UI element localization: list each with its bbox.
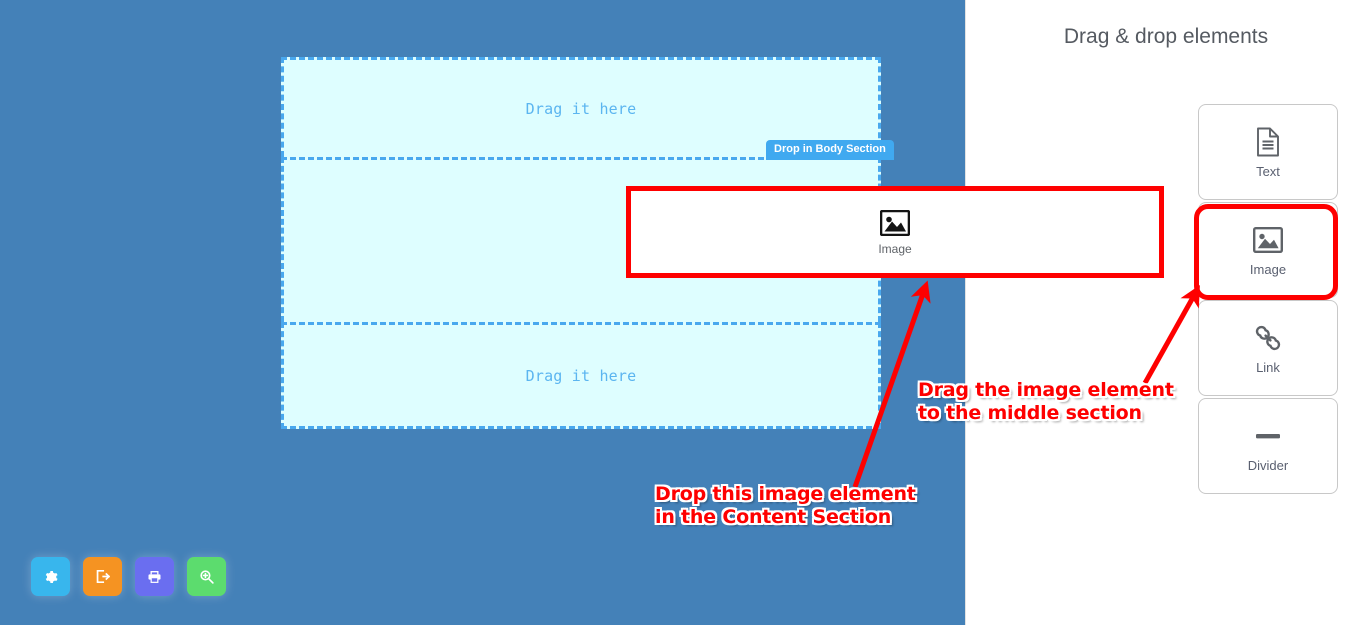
- export-button[interactable]: [83, 557, 122, 596]
- canvas-toolbar: [31, 557, 226, 596]
- editor-canvas: Drag it here Drag it here Drop in Body S…: [0, 0, 965, 625]
- palette-item-text[interactable]: Text: [1198, 104, 1338, 200]
- settings-button[interactable]: [31, 557, 70, 596]
- zoom-in-icon: [198, 568, 215, 585]
- drop-zone-footer-hint: Drag it here: [525, 366, 637, 385]
- export-icon: [94, 568, 111, 585]
- callout-drag-middle: Drag the image element to the middle sec…: [918, 379, 1174, 424]
- image-icon: [879, 209, 911, 236]
- printer-icon: [146, 569, 163, 585]
- callout-drop-content: Drop this image element in the Content S…: [655, 483, 916, 528]
- document-icon: [1253, 127, 1283, 157]
- palette-item-divider-label: Divider: [1247, 457, 1289, 473]
- gear-icon: [43, 569, 59, 585]
- image-icon: [1253, 225, 1283, 255]
- palette-item-image-label: Image: [1249, 261, 1287, 277]
- preview-zoom-button[interactable]: [187, 557, 226, 596]
- elements-sidebar: Drag & drop elements Text Image Link Div…: [965, 0, 1366, 625]
- sidebar-title: Drag & drop elements: [1063, 25, 1269, 48]
- divider-icon: [1253, 421, 1283, 451]
- palette-item-image[interactable]: Image: [1198, 202, 1338, 298]
- palette-item-link-label: Link: [1256, 359, 1280, 375]
- drop-zone-footer[interactable]: Drag it here: [281, 322, 881, 429]
- palette-item-text-label: Text: [1256, 163, 1280, 179]
- dragged-image-element[interactable]: Image: [626, 186, 1164, 278]
- link-icon: [1253, 323, 1283, 353]
- palette-item-divider[interactable]: Divider: [1198, 398, 1338, 494]
- drop-zone-header-hint: Drag it here: [525, 99, 637, 118]
- drag-drop-builder-screen: Drag it here Drag it here Drop in Body S…: [0, 0, 1366, 625]
- drop-target-badge: Drop in Body Section: [766, 140, 894, 160]
- palette-item-link[interactable]: Link: [1198, 300, 1338, 396]
- dragged-image-label: Image: [878, 241, 912, 256]
- element-palette: Text Image Link Divider: [1198, 104, 1338, 494]
- print-button[interactable]: [135, 557, 174, 596]
